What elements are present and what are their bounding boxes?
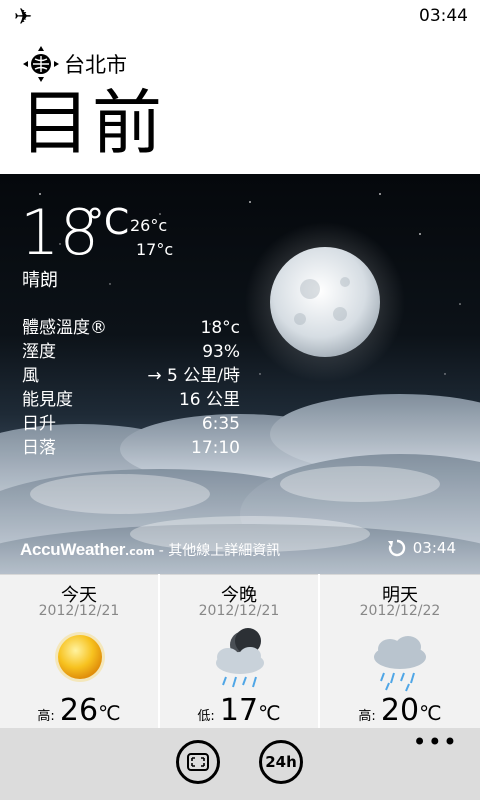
temp-unit: ℃ xyxy=(419,701,442,725)
detail-value: 6:35 xyxy=(201,414,240,434)
detail-label: 風 xyxy=(22,366,39,386)
forecast-temperature: 低: 17℃ xyxy=(160,693,318,728)
forecast-today[interactable]: 今天 2012/12/21 高: 26℃ xyxy=(0,574,158,728)
page-title: 目前 xyxy=(20,82,164,164)
forecast-date: 2012/12/21 xyxy=(38,603,120,619)
detail-label: 日落 xyxy=(22,438,56,458)
high-temperature: 26°c xyxy=(130,216,168,235)
accuweather-logo-suffix: .com xyxy=(125,545,155,558)
temp-value: 26 xyxy=(59,693,99,728)
detail-row-visibility: 能見度 16 公里 xyxy=(22,388,240,412)
status-bar: ✈ 03:44 xyxy=(0,0,480,34)
forecast-date: 2012/12/22 xyxy=(359,603,441,619)
low-temperature: 17°c xyxy=(136,240,174,259)
weather-details: 體感溫度® 18°c 溼度 93% 風 → 5 公里/時 能見度 16 公里 日… xyxy=(22,316,240,460)
temp-unit: ℃ xyxy=(98,701,121,725)
detail-value: 18°c xyxy=(200,318,240,338)
more-options-button[interactable]: ••• xyxy=(413,728,458,756)
temp-label: 高: xyxy=(358,709,376,724)
temp-value: 20 xyxy=(380,693,420,728)
current-conditions-panel: 18 °C 26°c 17°c 晴朗 體感溫度® 18°c 溼度 93% 風 →… xyxy=(0,174,480,574)
detail-label: 日升 xyxy=(22,414,56,434)
detail-value: 93% xyxy=(202,342,240,362)
detail-row-humidity: 溼度 93% xyxy=(22,340,240,364)
fullscreen-icon xyxy=(187,753,209,771)
airplane-icon: ✈ xyxy=(14,5,33,30)
forecast-tonight[interactable]: 今晚 2012/12/21 低: 17℃ xyxy=(160,574,318,728)
fullscreen-button[interactable] xyxy=(176,740,220,784)
refresh-icon xyxy=(387,539,405,557)
rain-cloud-icon xyxy=(374,636,426,692)
detail-row-feels-like: 體感溫度® 18°c xyxy=(22,316,240,340)
accuweather-link[interactable]: AccuWeather .com - 其他線上詳細資訊 xyxy=(20,540,280,560)
city-name: 台北市 xyxy=(64,53,127,77)
detail-row-sunrise: 日升 6:35 xyxy=(22,412,240,436)
forecast-tomorrow[interactable]: 明天 2012/12/22 高: 20℃ xyxy=(320,574,480,728)
detail-label: 能見度 xyxy=(22,390,73,410)
detail-value: 17:10 xyxy=(191,438,240,458)
status-clock: 03:44 xyxy=(419,6,468,26)
condition-text: 晴朗 xyxy=(22,270,58,291)
hourly-24h-button[interactable]: 24h xyxy=(259,740,303,784)
refresh-button[interactable]: 03:44 xyxy=(387,538,456,558)
detail-value: → 5 公里/時 xyxy=(147,366,240,386)
detail-row-sunset: 日落 17:10 xyxy=(22,436,240,460)
sunny-icon xyxy=(55,632,105,682)
forecast-temperature: 高: 20℃ xyxy=(320,693,480,728)
accuweather-logo: AccuWeather xyxy=(20,540,126,559)
detail-label: 溼度 xyxy=(22,342,56,362)
temperature-unit: °C xyxy=(86,202,130,243)
night-rain-icon xyxy=(216,628,264,688)
last-updated-time: 03:44 xyxy=(412,539,456,557)
detail-label: 體感溫度® xyxy=(22,318,107,338)
location-crosshair-icon xyxy=(23,46,59,82)
temp-label: 低: xyxy=(197,709,215,724)
detail-row-wind: 風 → 5 公里/時 xyxy=(22,364,240,388)
more-info-text: - 其他線上詳細資訊 xyxy=(158,543,281,559)
detail-value: 16 公里 xyxy=(178,390,240,410)
forecast-temperature: 高: 26℃ xyxy=(0,693,158,728)
location-header[interactable]: 台北市 xyxy=(22,44,127,84)
temp-value: 17 xyxy=(219,693,259,728)
temp-label: 高: xyxy=(37,709,55,724)
forecast-strip: 今天 2012/12/21 高: 26℃ 今晚 2012/12/21 低: 17… xyxy=(0,574,480,728)
app-bar: 24h ••• xyxy=(0,728,480,800)
forecast-date: 2012/12/21 xyxy=(198,603,280,619)
temp-unit: ℃ xyxy=(258,701,281,725)
